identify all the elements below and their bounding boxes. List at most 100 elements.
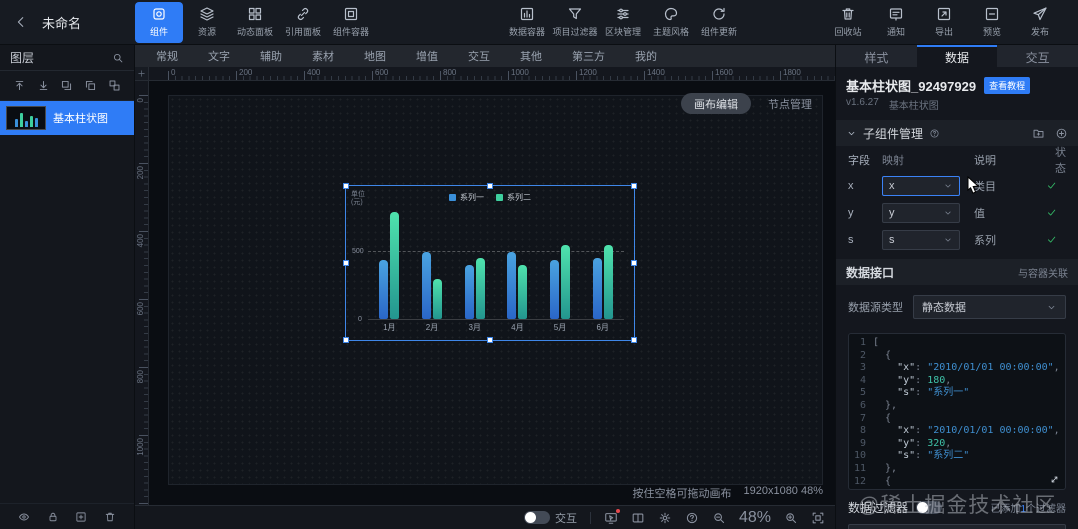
mapping-dropdown-s[interactable]: s [882,229,960,250]
toolbar-button-theme-style[interactable]: 主题风格 [647,2,695,43]
back-button[interactable] [14,15,28,29]
zoom-in-button[interactable] [784,511,798,525]
category-tab-7[interactable]: 其他 [505,48,557,64]
folder-plus-icon[interactable] [1032,127,1045,140]
bar-系列一[interactable] [422,252,431,319]
category-tab-3[interactable]: 素材 [297,48,349,64]
toolbar-button-data-container[interactable]: 数据容器 [503,2,551,43]
interaction-toggle[interactable]: 交互 [523,510,577,526]
category-tab-9[interactable]: 我的 [620,48,672,64]
toolbar-button-notification[interactable]: 通知 [872,2,920,43]
ruler-corner[interactable] [135,67,149,81]
bar-系列二[interactable] [518,265,528,319]
toolbar-button-dynamic-panel[interactable]: 动态面板 [231,2,279,43]
selection-handle[interactable] [631,183,637,189]
selection-handle[interactable] [343,337,349,343]
trash-icon[interactable] [104,511,116,523]
toolbar-button-reference-panel[interactable]: 引用面板 [279,2,327,43]
block-manage-icon [615,6,631,22]
toolbar-button-project-filter[interactable]: 项目过滤器 [551,2,599,43]
settings-gear-button[interactable] [658,511,672,525]
square-plus-icon[interactable] [75,511,87,523]
circle-plus-icon[interactable] [1055,127,1068,140]
hruler-tick: 400 [307,68,321,77]
category-tab-2[interactable]: 辅助 [245,48,297,64]
selected-component-bar-chart[interactable]: 单位 (元) 系列一 系列二 500 0 1月 2月 3月 4月 5月 6月 [343,183,637,343]
static-data-code-editor[interactable]: 1[2 {3 "x": "2010/01/01 00:00:00", 4 "y":… [848,333,1066,490]
toolbar-button-resource[interactable]: 资源 [183,2,231,43]
node-manage-mode-button[interactable]: 节点管理 [755,93,825,114]
move-bottom-icon[interactable] [84,79,97,92]
toolbar-button-component[interactable]: 组件 [135,1,183,43]
canvas-edit-mode-button[interactable]: 画布编辑 [681,93,751,114]
toolbar-button-recycle-bin[interactable]: 回收站 [824,2,872,43]
x-axis-label: 6月 [596,323,609,332]
category-tab-0[interactable]: 常规 [141,48,193,64]
horizontal-ruler: 0 200 400 600 800 1000 1200 1400 1600 1800 [149,67,835,81]
bar-系列一[interactable] [592,258,602,319]
screen-share-button[interactable] [604,508,620,525]
selection-handle[interactable] [343,183,349,189]
canvas-mode-switch: 画布编辑 节点管理 [681,93,825,114]
bar-系列一[interactable] [464,265,474,319]
toolbar-button-component-update[interactable]: 组件更新 [695,2,743,43]
toolbar-button-preview[interactable]: 预览 [968,2,1016,43]
category-tab-1[interactable]: 文字 [193,48,245,64]
help-button[interactable] [685,511,699,525]
bar-系列二[interactable] [475,258,485,319]
toolbar-button-publish[interactable]: 发布 [1016,2,1064,43]
category-tab-5[interactable]: 增值 [401,48,453,64]
question-circle-icon[interactable] [929,128,940,139]
source-type-select[interactable]: 静态数据 [913,295,1066,319]
group-icon[interactable] [108,79,121,92]
container-link-action[interactable]: 与容器关联 [1018,265,1068,280]
category-tab-8[interactable]: 第三方 [557,48,620,64]
eye-icon[interactable] [18,511,30,523]
expand-editor-icon[interactable] [1049,474,1060,485]
move-down-icon[interactable] [37,79,50,92]
mapping-dropdown-x[interactable]: x [882,175,960,196]
toolbar-button-component-container[interactable]: 组件容器 [327,2,375,43]
selection-handle[interactable] [343,260,349,266]
component-type: 基本柱状图 [888,101,939,112]
filter-select[interactable]: 请选择过滤器 [848,524,1066,529]
chevron-down-icon[interactable] [846,128,857,139]
bar-系列二[interactable] [561,245,571,319]
bar-系列二[interactable] [603,245,613,319]
search-icon[interactable] [112,52,124,64]
zoom-level-value[interactable]: 48% [739,509,771,527]
bar-系列二[interactable] [433,279,442,319]
split-view-button[interactable] [631,511,645,525]
toolbar-button-block-manage[interactable]: 区块管理 [599,2,647,43]
bar-系列一[interactable] [507,252,517,319]
design-canvas[interactable]: 画布编辑 节点管理 单位 (元) 系列一 系列二 500 0 1月 2月 3月 4月 5月 6月 … [135,81,835,505]
bar-系列一[interactable] [379,260,389,319]
export-icon [936,6,952,22]
selection-handle[interactable] [487,183,493,189]
lock-icon[interactable] [47,511,59,523]
panel-tab-1[interactable]: 数据 [916,45,998,67]
selection-handle[interactable] [487,337,493,343]
move-top-icon[interactable] [60,79,73,92]
config-panel-tabs: 样式 数据 交互 [836,45,1078,67]
layer-thumbnail [6,106,46,130]
bar-系列一[interactable] [550,260,560,319]
category-tab-6[interactable]: 交互 [453,48,505,64]
fit-canvas-button[interactable] [811,511,825,525]
code-line: 8 "x": "2010/01/01 00:00:00", [859,425,1060,437]
recycle-bin-icon [840,6,856,22]
bar-系列二[interactable] [390,212,400,319]
layer-item[interactable]: 基本柱状图 [0,101,134,135]
panel-tab-0[interactable]: 样式 [836,45,917,67]
selection-handle[interactable] [631,337,637,343]
zoom-out-button[interactable] [712,511,726,525]
toolbar-button-export[interactable]: 导出 [920,2,968,43]
mapping-dropdown-y[interactable]: y [882,202,960,223]
data-filter-toggle[interactable] [916,501,943,514]
panel-tab-2[interactable]: 交互 [997,45,1078,67]
move-up-icon[interactable] [13,79,26,92]
category-tab-4[interactable]: 地图 [349,48,401,64]
selection-handle[interactable] [631,260,637,266]
view-tutorial-badge[interactable]: 查看教程 [984,77,1031,94]
filter-added-text[interactable]: 已添加1个过滤器 [990,500,1066,515]
